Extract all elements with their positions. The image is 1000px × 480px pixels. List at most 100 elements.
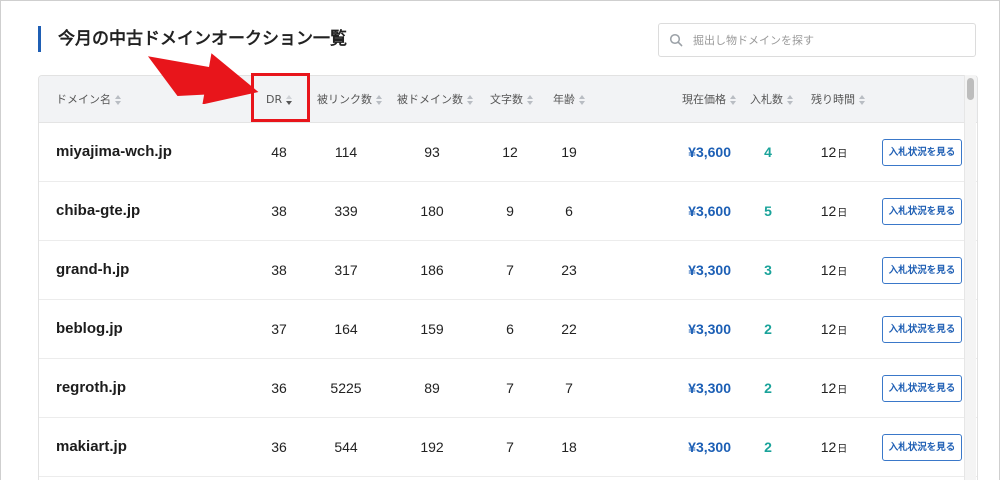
cell-price: ¥3,300 [688, 321, 731, 337]
table-header: ドメイン名 DR 被リンク数 被ドメイン数 文字数 年齢 現在価格 入札数 残り時間 [39, 76, 977, 123]
cell-backlinks: 544 [334, 439, 358, 455]
view-bids-button[interactable]: 入札状況を見る [882, 375, 962, 402]
cell-age: 22 [561, 321, 577, 337]
column-header-label: 被ドメイン数 [397, 93, 463, 106]
cell-price: ¥3,300 [688, 262, 731, 278]
cell-remaining: 12日 [809, 300, 859, 358]
column-header-chars[interactable]: 文字数 [490, 76, 534, 123]
cell-age: 19 [561, 144, 577, 160]
cell-backlinks: 164 [334, 321, 358, 337]
column-header-backlinks[interactable]: 被リンク数 [317, 76, 383, 123]
cell-remaining: 12日 [809, 241, 859, 299]
cell-bids: 4 [764, 144, 772, 160]
remaining-value: 12 [820, 439, 837, 455]
remaining-unit: 日 [837, 149, 848, 160]
cell-dr: 38 [271, 203, 287, 219]
cell-bids: 2 [764, 439, 772, 455]
column-header-bids[interactable]: 入札数 [750, 76, 794, 123]
cell-chars: 12 [502, 144, 518, 160]
cell-domain[interactable]: beblog.jp [56, 300, 256, 358]
remaining-value: 12 [820, 262, 837, 278]
view-bids-button[interactable]: 入札状況を見る [882, 316, 962, 343]
column-header-label: ドメイン名 [56, 93, 111, 106]
cell-remaining: 12日 [809, 359, 859, 417]
column-header-ref-domains[interactable]: 被ドメイン数 [397, 76, 474, 123]
sort-arrows-icon[interactable] [527, 95, 534, 105]
cell-ref-domains: 180 [420, 203, 444, 219]
column-header-label: 年齢 [553, 93, 575, 106]
sort-arrows-icon[interactable] [467, 95, 474, 105]
column-header-label: 現在価格 [682, 93, 726, 106]
remaining-unit: 日 [837, 326, 848, 337]
cell-backlinks: 5225 [330, 380, 362, 396]
sort-arrows-icon[interactable] [376, 95, 383, 105]
cell-domain[interactable]: chiba-gte.jp [56, 182, 256, 240]
column-header-remaining[interactable]: 残り時間 [811, 76, 866, 123]
cell-age: 23 [561, 262, 577, 278]
cell-chars: 7 [506, 439, 514, 455]
cell-price: ¥3,300 [688, 439, 731, 455]
cell-bids: 5 [764, 203, 772, 219]
cell-dr: 36 [271, 439, 287, 455]
table-row: regroth.jp 36 5225 89 7 7 ¥3,300 2 12日 入札状況を見る [39, 359, 977, 418]
sort-arrows-icon[interactable] [286, 95, 293, 105]
remaining-value: 12 [820, 380, 837, 396]
cell-ref-domains: 159 [420, 321, 444, 337]
cell-age: 7 [565, 380, 573, 396]
sort-arrows-icon[interactable] [787, 95, 794, 105]
auction-table: ドメイン名 DR 被リンク数 被ドメイン数 文字数 年齢 現在価格 入札数 残り時間 miyaj… [38, 75, 978, 480]
cell-bids: 2 [764, 321, 772, 337]
cell-ref-domains: 89 [424, 380, 440, 396]
view-bids-button[interactable]: 入札状況を見る [882, 434, 962, 461]
remaining-unit: 日 [837, 444, 848, 455]
scrollbar-thumb[interactable] [967, 78, 974, 100]
column-header-label: 入札数 [750, 93, 783, 106]
cell-price: ¥3,600 [688, 144, 731, 160]
sort-arrows-icon[interactable] [579, 95, 586, 105]
cell-chars: 9 [506, 203, 514, 219]
view-bids-button[interactable]: 入札状況を見る [882, 257, 962, 284]
cell-chars: 7 [506, 262, 514, 278]
cell-price: ¥3,300 [688, 380, 731, 396]
cell-remaining: 12日 [809, 182, 859, 240]
remaining-unit: 日 [837, 385, 848, 396]
sort-arrows-icon[interactable] [115, 95, 122, 105]
cell-dr: 36 [271, 380, 287, 396]
search-box[interactable] [658, 23, 976, 57]
cell-backlinks: 339 [334, 203, 358, 219]
cell-dr: 38 [271, 262, 287, 278]
table-row: makiart.jp 36 544 192 7 18 ¥3,300 2 12日 入札状況を見る [39, 418, 977, 477]
cell-bids: 3 [764, 262, 772, 278]
cell-ref-domains: 192 [420, 439, 444, 455]
remaining-unit: 日 [837, 208, 848, 219]
cell-remaining: 12日 [809, 418, 859, 476]
view-bids-button[interactable]: 入札状況を見る [882, 198, 962, 225]
column-header-dr[interactable]: DR [266, 76, 293, 123]
column-header-age[interactable]: 年齢 [553, 76, 586, 123]
cell-domain[interactable]: miyajima-wch.jp [56, 123, 256, 181]
sort-arrows-icon[interactable] [859, 95, 866, 105]
column-header-domain[interactable]: ドメイン名 [56, 76, 122, 123]
cell-age: 18 [561, 439, 577, 455]
cell-domain[interactable]: regroth.jp [56, 359, 256, 417]
cell-chars: 6 [506, 321, 514, 337]
column-header-price[interactable]: 現在価格 [682, 76, 737, 123]
cell-ref-domains: 186 [420, 262, 444, 278]
view-bids-button[interactable]: 入札状況を見る [882, 139, 962, 166]
column-header-label: 文字数 [490, 93, 523, 106]
cell-age: 6 [565, 203, 573, 219]
cell-domain[interactable]: makiart.jp [56, 418, 256, 476]
cell-dr: 48 [271, 144, 287, 160]
search-icon [669, 33, 683, 47]
search-input[interactable] [693, 33, 953, 47]
cell-domain[interactable]: grand-h.jp [56, 241, 256, 299]
scrollbar[interactable] [964, 75, 976, 480]
cell-remaining: 12日 [809, 123, 859, 181]
table-row: beblog.jp 37 164 159 6 22 ¥3,300 2 12日 入札状況を見る [39, 300, 977, 359]
cell-backlinks: 114 [334, 144, 358, 160]
remaining-unit: 日 [837, 267, 848, 278]
page-title: 今月の中古ドメインオークション一覧 [38, 26, 347, 52]
sort-arrows-icon[interactable] [730, 95, 737, 105]
remaining-value: 12 [820, 144, 837, 160]
remaining-value: 12 [820, 321, 837, 337]
